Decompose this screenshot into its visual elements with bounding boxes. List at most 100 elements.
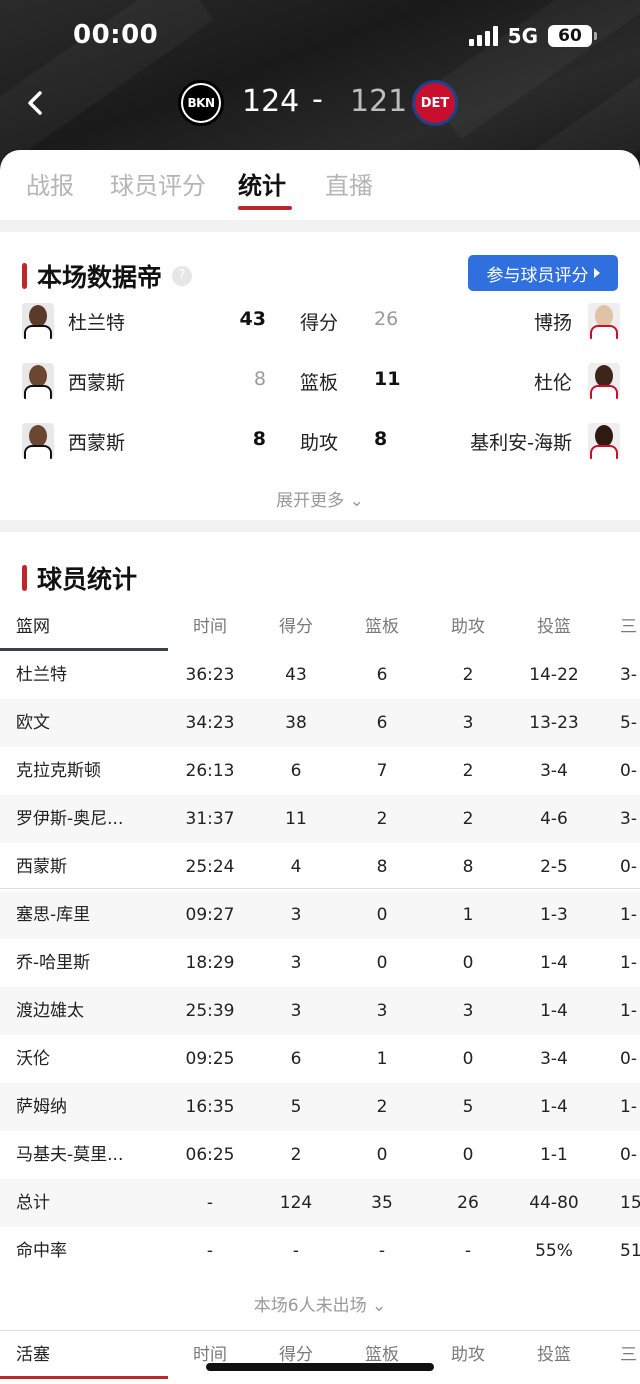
tab-stats[interactable]: 统计 — [238, 166, 286, 201]
starters-bench-divider — [0, 888, 640, 889]
home-indicator[interactable] — [206, 1363, 434, 1371]
rate-players-button[interactable]: 参与球员评分 — [468, 255, 618, 291]
stat-cell: 09:25 — [185, 1049, 235, 1069]
stat-cell: - — [206, 1193, 214, 1213]
stat-cell: 31:37 — [185, 809, 235, 829]
stat-cell: 55% — [535, 1241, 573, 1261]
tab-live[interactable]: 直播 — [325, 166, 373, 201]
stat-cell: 1- — [620, 1097, 637, 1117]
column-header: 篮板 — [365, 617, 399, 637]
player-name-cell: 渡边雄太 — [16, 1001, 84, 1021]
table-row[interactable]: 罗伊斯-奥尼... 31:37 11 2 2 4-6 3- — [0, 795, 640, 843]
stat-cell: 5 — [290, 1097, 302, 1117]
stat-cell: 3- — [620, 809, 637, 829]
stat-cell: 3 — [290, 953, 302, 973]
help-icon[interactable]: ? — [172, 266, 193, 286]
table-row[interactable]: 沃伦 09:25 6 1 0 3-4 0- — [0, 1035, 640, 1083]
stat-cell: 3-4 — [540, 1049, 568, 1069]
status-time: 00:00 — [73, 20, 159, 50]
column-header: 得分 — [279, 1345, 313, 1365]
stat-cell: 1-4 — [540, 953, 568, 973]
player-avatar[interactable] — [22, 423, 54, 459]
table-row[interactable]: 塞思-库里 09:27 3 0 1 1-3 1- — [0, 891, 640, 939]
table-row[interactable]: 克拉克斯顿 26:13 6 7 2 3-4 0- — [0, 747, 640, 795]
player-name-cell: 马基夫-莫里... — [16, 1145, 124, 1165]
player-name-cell: 西蒙斯 — [16, 857, 67, 877]
leader-row-rebounds: 西蒙斯 8 篮板 11 杜伦 — [0, 358, 640, 408]
column-header: 时间 — [193, 1345, 227, 1365]
stat-cell: 0 — [462, 953, 474, 973]
stat-cell: 1 — [462, 905, 474, 925]
stat-cell: 1- — [620, 953, 637, 973]
chevron-down-icon: ⌄ — [349, 491, 364, 511]
expand-more-link[interactable]: 展开更多 ⌄ — [0, 486, 640, 511]
column-header: 时间 — [193, 617, 227, 637]
player-avatar[interactable] — [22, 363, 54, 399]
dnp-expand-link[interactable]: 本场6人未出场 ⌄ — [0, 1291, 640, 1316]
team-tab-nets[interactable]: 篮网 — [16, 603, 156, 651]
stat-cell: 1-4 — [540, 1097, 568, 1117]
title-accent-bar — [22, 263, 27, 289]
table-header: 篮网 时间 得分 篮板 助攻 投篮 三 — [0, 603, 640, 651]
tab-report[interactable]: 战报 — [26, 166, 74, 201]
stat-cell: 15- — [620, 1193, 640, 1213]
stat-cell: 2 — [462, 665, 474, 685]
table-row[interactable]: 马基夫-莫里... 06:25 2 0 0 1-1 0- — [0, 1131, 640, 1179]
table-row[interactable]: 杜兰特 36:23 43 6 2 14-22 3- — [0, 651, 640, 699]
stat-cell: 0- — [620, 1049, 637, 1069]
network-label: 5G — [507, 24, 538, 48]
play-arrow-icon — [593, 268, 600, 278]
stat-cell: 06:25 — [185, 1145, 235, 1165]
player-avatar[interactable] — [22, 303, 54, 339]
stat-cell: 1 — [376, 1049, 388, 1069]
stat-cell: 1- — [620, 1001, 637, 1021]
stat-cell: 3 — [462, 1001, 474, 1021]
tab-player-rating[interactable]: 球员评分 — [110, 166, 206, 201]
table-row[interactable]: 萨姆纳 16:35 5 2 5 1-4 1- — [0, 1083, 640, 1131]
table-row[interactable]: 欧文 34:23 38 6 3 13-23 5- — [0, 699, 640, 747]
stat-cell: 2 — [376, 1097, 388, 1117]
table-row[interactable]: 西蒙斯 25:24 4 8 8 2-5 0- — [0, 843, 640, 891]
stat-cell: 1-4 — [540, 1001, 568, 1021]
away-stats-table: 活塞 时间 得分 篮板 助攻 投篮 三 — [0, 1331, 640, 1384]
stat-cell: 34:23 — [185, 713, 235, 733]
stat-cell: 5 — [462, 1097, 474, 1117]
column-header: 篮板 — [365, 1345, 399, 1365]
stat-cell: 7 — [376, 761, 388, 781]
player-name-cell: 命中率 — [16, 1241, 67, 1261]
stat-cell: - — [378, 1241, 386, 1261]
nets-logo[interactable]: BKN — [178, 80, 224, 126]
column-header: 得分 — [279, 617, 313, 637]
pistons-logo[interactable]: DET — [412, 80, 458, 126]
leader-row-assists: 西蒙斯 8 助攻 8 基利安-海斯 — [0, 418, 640, 468]
stat-cell: - — [464, 1241, 472, 1261]
table-row: 命中率 - - - - 55% 51.7 — [0, 1227, 640, 1275]
leaders-title: 本场数据帝 ? — [22, 258, 193, 294]
stat-cell: 0- — [620, 1145, 637, 1165]
player-avatar[interactable] — [588, 303, 620, 339]
column-header: 投篮 — [537, 617, 571, 637]
stat-cell: 8 — [376, 857, 388, 877]
stat-cell: 09:27 — [185, 905, 235, 925]
player-avatar[interactable] — [588, 423, 620, 459]
player-avatar[interactable] — [588, 363, 620, 399]
table-row[interactable]: 渡边雄太 25:39 3 3 3 1-4 1- — [0, 987, 640, 1035]
stat-cell: 3 — [290, 1001, 302, 1021]
stat-cell: 2 — [290, 1145, 302, 1165]
tab-bar: 战报 球员评分 统计 直播 — [0, 150, 640, 220]
stat-cell: 8 — [462, 857, 474, 877]
stat-cell: 0- — [620, 857, 637, 877]
stat-cell: 5- — [620, 713, 637, 733]
stat-cell: 35 — [371, 1193, 393, 1213]
player-name-cell: 欧文 — [16, 713, 50, 733]
stat-cell: 6 — [290, 761, 302, 781]
table-row[interactable]: 乔-哈里斯 18:29 3 0 0 1-4 1- — [0, 939, 640, 987]
player-name-cell: 杜兰特 — [16, 665, 67, 685]
team-tab-pistons[interactable]: 活塞 — [16, 1331, 156, 1379]
column-header: 三 — [620, 1345, 637, 1365]
stat-cell: 6 — [376, 665, 388, 685]
player-name-cell: 克拉克斯顿 — [16, 761, 101, 781]
home-rows: 杜兰特 36:23 43 6 2 14-22 3- 欧文 34:23 38 6 3 13-23 5- 克拉克… — [0, 651, 640, 1275]
title-accent-bar — [22, 565, 27, 591]
stat-cell: 25:24 — [185, 857, 235, 877]
